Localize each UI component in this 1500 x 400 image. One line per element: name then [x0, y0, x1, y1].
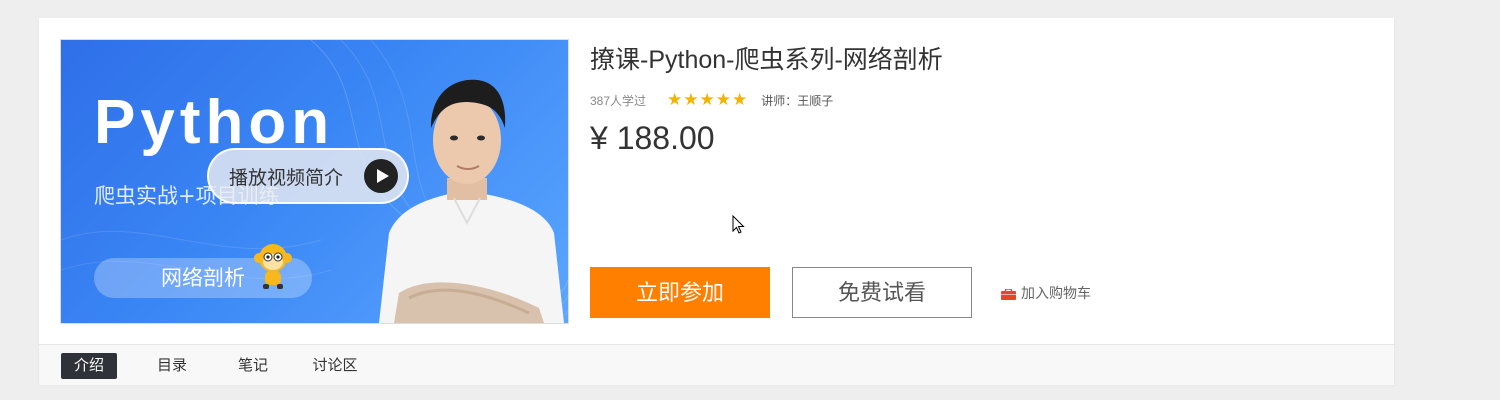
tab-notes[interactable]: 笔记: [233, 353, 273, 379]
play-icon: [364, 159, 398, 193]
monkey-mascot-icon: [254, 244, 292, 289]
cover-title: Python: [94, 88, 335, 157]
join-now-button[interactable]: 立即参加: [590, 267, 770, 318]
add-to-cart-label: 加入购物车: [1021, 285, 1091, 301]
course-tab-bar: 介绍 目录 笔记 讨论区: [39, 344, 1394, 385]
cart-icon: [1001, 288, 1016, 300]
course-cover-image[interactable]: Python 爬虫实战+项目训练 网络剖析 播放视频简介: [60, 39, 569, 324]
add-to-cart-link[interactable]: 加入购物车: [1001, 283, 1091, 303]
tab-discussion[interactable]: 讨论区: [307, 353, 363, 379]
star-icon: ★: [699, 90, 715, 109]
tab-intro[interactable]: 介绍: [61, 353, 117, 379]
course-title: 撩课-Python-爬虫系列-网络剖析: [590, 46, 943, 74]
star-icon: ★: [683, 90, 699, 109]
star-icon: ★: [732, 90, 748, 109]
course-price: ¥ 188.00: [590, 120, 715, 156]
course-card: Python 爬虫实战+项目训练 网络剖析 播放视频简介 撩课-Python-爬…: [39, 18, 1394, 385]
mouse-cursor-icon: [732, 215, 745, 234]
teacher-name: 讲师：王顺子: [761, 93, 834, 108]
free-trial-button[interactable]: 免费试看: [792, 267, 972, 318]
learner-count: 387人学过: [590, 93, 647, 108]
play-video-intro-button[interactable]: 播放视频简介: [207, 148, 409, 204]
course-meta: 387人学过 ★ ★ ★ ★ ★ 讲师：王顺子: [590, 91, 833, 109]
tab-catalog[interactable]: 目录: [152, 353, 192, 379]
rating-stars: ★ ★ ★ ★ ★: [667, 91, 748, 109]
star-icon: ★: [667, 90, 683, 109]
star-icon: ★: [715, 90, 732, 109]
play-video-intro-label: 播放视频简介: [229, 167, 344, 189]
